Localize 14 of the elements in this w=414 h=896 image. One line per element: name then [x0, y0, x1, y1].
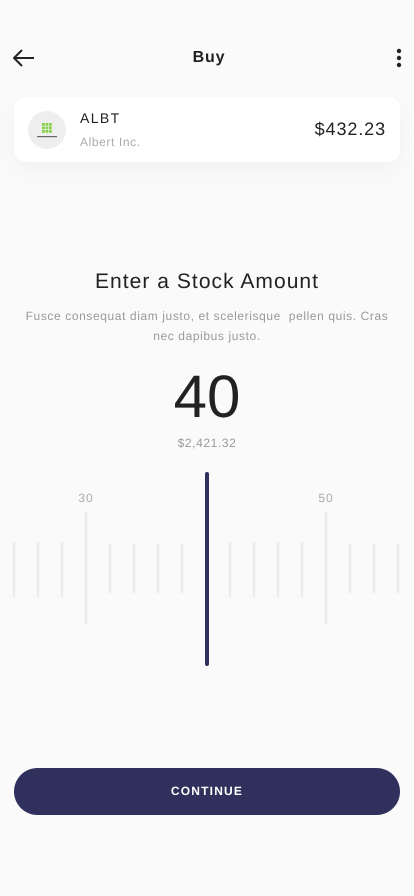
back-arrow-icon	[13, 49, 35, 67]
stock-price: $432.23	[314, 118, 386, 141]
total-value: $2,421.32	[178, 434, 236, 452]
continue-button[interactable]: CONTINUE	[14, 768, 400, 814]
prompt-title: Enter a Stock Amount	[94, 269, 320, 295]
page-title: Buy	[192, 48, 226, 68]
ruler-label: 30	[78, 490, 94, 504]
ruler-label: 50	[318, 490, 334, 504]
more-icon	[396, 48, 402, 68]
stock-ticker: ALBT	[80, 109, 122, 128]
share-amount: 40	[174, 362, 240, 432]
company-logo-icon	[28, 110, 66, 148]
prompt-description: Fusce consequat diam justo, et scelerisque pellen quis. Cras nec dapibus justo.	[24, 308, 390, 344]
company-name: Albert Inc.	[80, 134, 141, 151]
